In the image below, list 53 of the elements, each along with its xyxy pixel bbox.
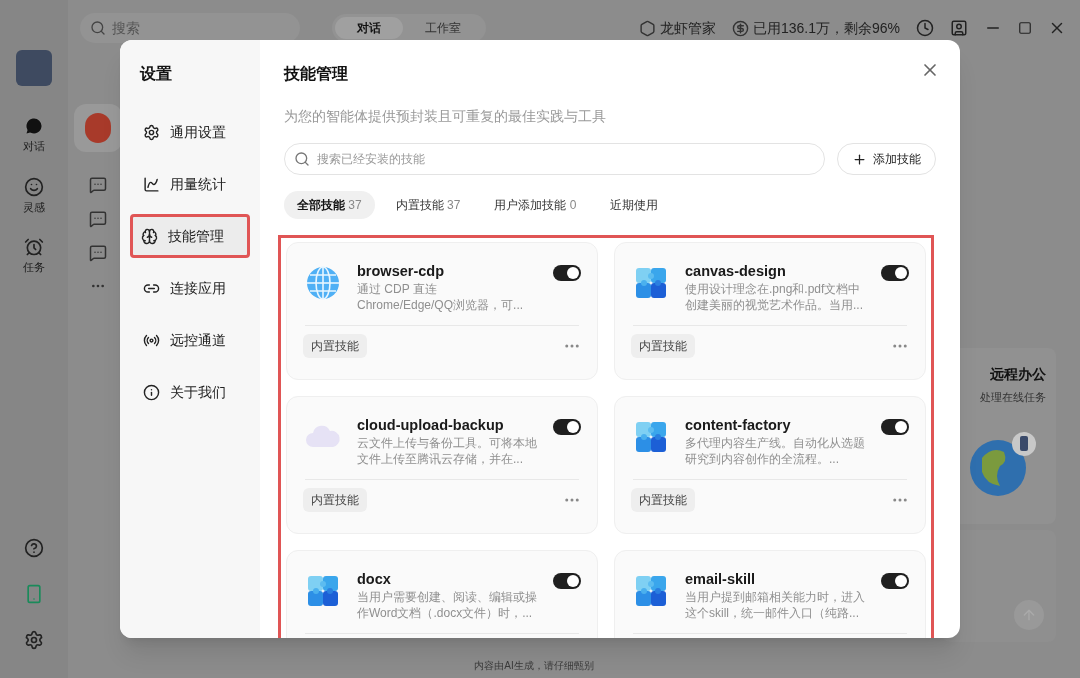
nav-item[interactable]: 用量统计 (132, 162, 248, 206)
filter-tab[interactable]: 全部技能 37 (284, 191, 375, 219)
skill-description: 多代理内容生产线。自动化从选题 (685, 435, 866, 451)
skill-tag: 内置技能 (631, 334, 695, 358)
banner-subtitle: 处理在线任务 (980, 390, 1046, 405)
nav-title: 设置 (138, 64, 173, 84)
nav-item[interactable]: 技能管理 (130, 214, 250, 258)
skill-name: content-factory (685, 416, 792, 435)
skill-search-field[interactable]: 搜索已经安装的技能 (284, 143, 825, 175)
skill-name: email-skill (685, 570, 757, 589)
nav-item[interactable]: 关于我们 (132, 370, 248, 414)
filter-tab[interactable]: 用户添加技能 0 (481, 191, 590, 219)
usage-label: 已用136.1万，剩余96% (752, 18, 900, 38)
skill-tag: 内置技能 (631, 488, 695, 512)
skill-description: 这个skill，统一邮件入口（纯路... (685, 605, 860, 621)
skill-name: canvas-design (685, 262, 787, 281)
skill-card[interactable]: browser-cdp 通过 CDP 直连 Chrome/Edge/QQ浏览器，可... 内置技能 (286, 242, 598, 380)
skill-card[interactable]: cloud-upload-backup 云文件上传与备份工具。可将本地 文件上传至腾讯云存储，并在... 内置技能 (286, 396, 598, 534)
filter-tab[interactable]: 近期使用 (597, 191, 672, 219)
skill-card[interactable]: email-skill 当用户提到邮箱相关能力时，进入 这个skill，统一邮件入口（纯路... (614, 550, 926, 638)
assistant-label[interactable]: 龙虾管家 (659, 17, 716, 39)
filter-tab[interactable]: 内置技能 37 (382, 191, 474, 219)
skill-description: 通过 CDP 直连 (357, 281, 438, 297)
skill-card[interactable]: content-factory 多代理内容生产线。自动化从选题 研究到内容创作的全流程。... 内置技能 (614, 396, 926, 534)
skill-description: 研究到内容创作的全流程。... (685, 451, 840, 467)
skill-description: 作Word文档（.docx文件）时，... (357, 605, 534, 621)
rail-tab[interactable]: 对话 (23, 116, 45, 155)
rail-tab[interactable]: 灵感 (23, 176, 45, 215)
banner-title: 远程办公 (990, 365, 1046, 384)
nav-item[interactable]: 连接应用 (132, 266, 248, 310)
nav-item[interactable]: 远控通道 (132, 318, 248, 362)
skill-name: browser-cdp (357, 262, 445, 281)
skill-description: 文件上传至腾讯云存储，并在... (357, 451, 524, 467)
skill-tag: 内置技能 (303, 488, 367, 512)
skill-description: 云文件上传与备份工具。可将本地 (357, 435, 538, 451)
skill-card[interactable]: canvas-design 使用设计理念在.png和.pdf文档中 创建美丽的视觉艺术作品。当用... 内置技能 (614, 242, 926, 380)
skill-tag: 内置技能 (303, 334, 367, 358)
skill-name: cloud-upload-backup (357, 416, 505, 435)
dialog-subtitle: 为您的智能体提供预封装且可重复的最佳实践与工具 (284, 107, 607, 126)
rail-tab[interactable]: 任务 (23, 237, 45, 276)
mode-tab[interactable]: 工作室 (403, 17, 483, 39)
skill-description: 使用设计理念在.png和.pdf文档中 (685, 281, 862, 297)
skill-description: 创建美丽的视觉艺术作品。当用... (685, 297, 864, 313)
footer-note: 内容由AI生成，请仔细甄别 (474, 658, 594, 673)
search-field[interactable]: 搜索 (80, 13, 300, 43)
skill-name: docx (357, 570, 392, 589)
skill-description: Chrome/Edge/QQ浏览器，可... (357, 297, 525, 313)
skill-description: 当用户提到邮箱相关能力时，进入 (685, 589, 866, 605)
nav-item[interactable]: 通用设置 (132, 110, 248, 154)
skill-description: 当用户需要创建、阅读、编辑或操 (357, 589, 538, 605)
dialog-title: 技能管理 (284, 64, 348, 84)
mode-tab[interactable]: 对话 (335, 17, 403, 39)
skill-card[interactable]: docx 当用户需要创建、阅读、编辑或操 作Word文档（.docx文件）时，... (286, 550, 598, 638)
